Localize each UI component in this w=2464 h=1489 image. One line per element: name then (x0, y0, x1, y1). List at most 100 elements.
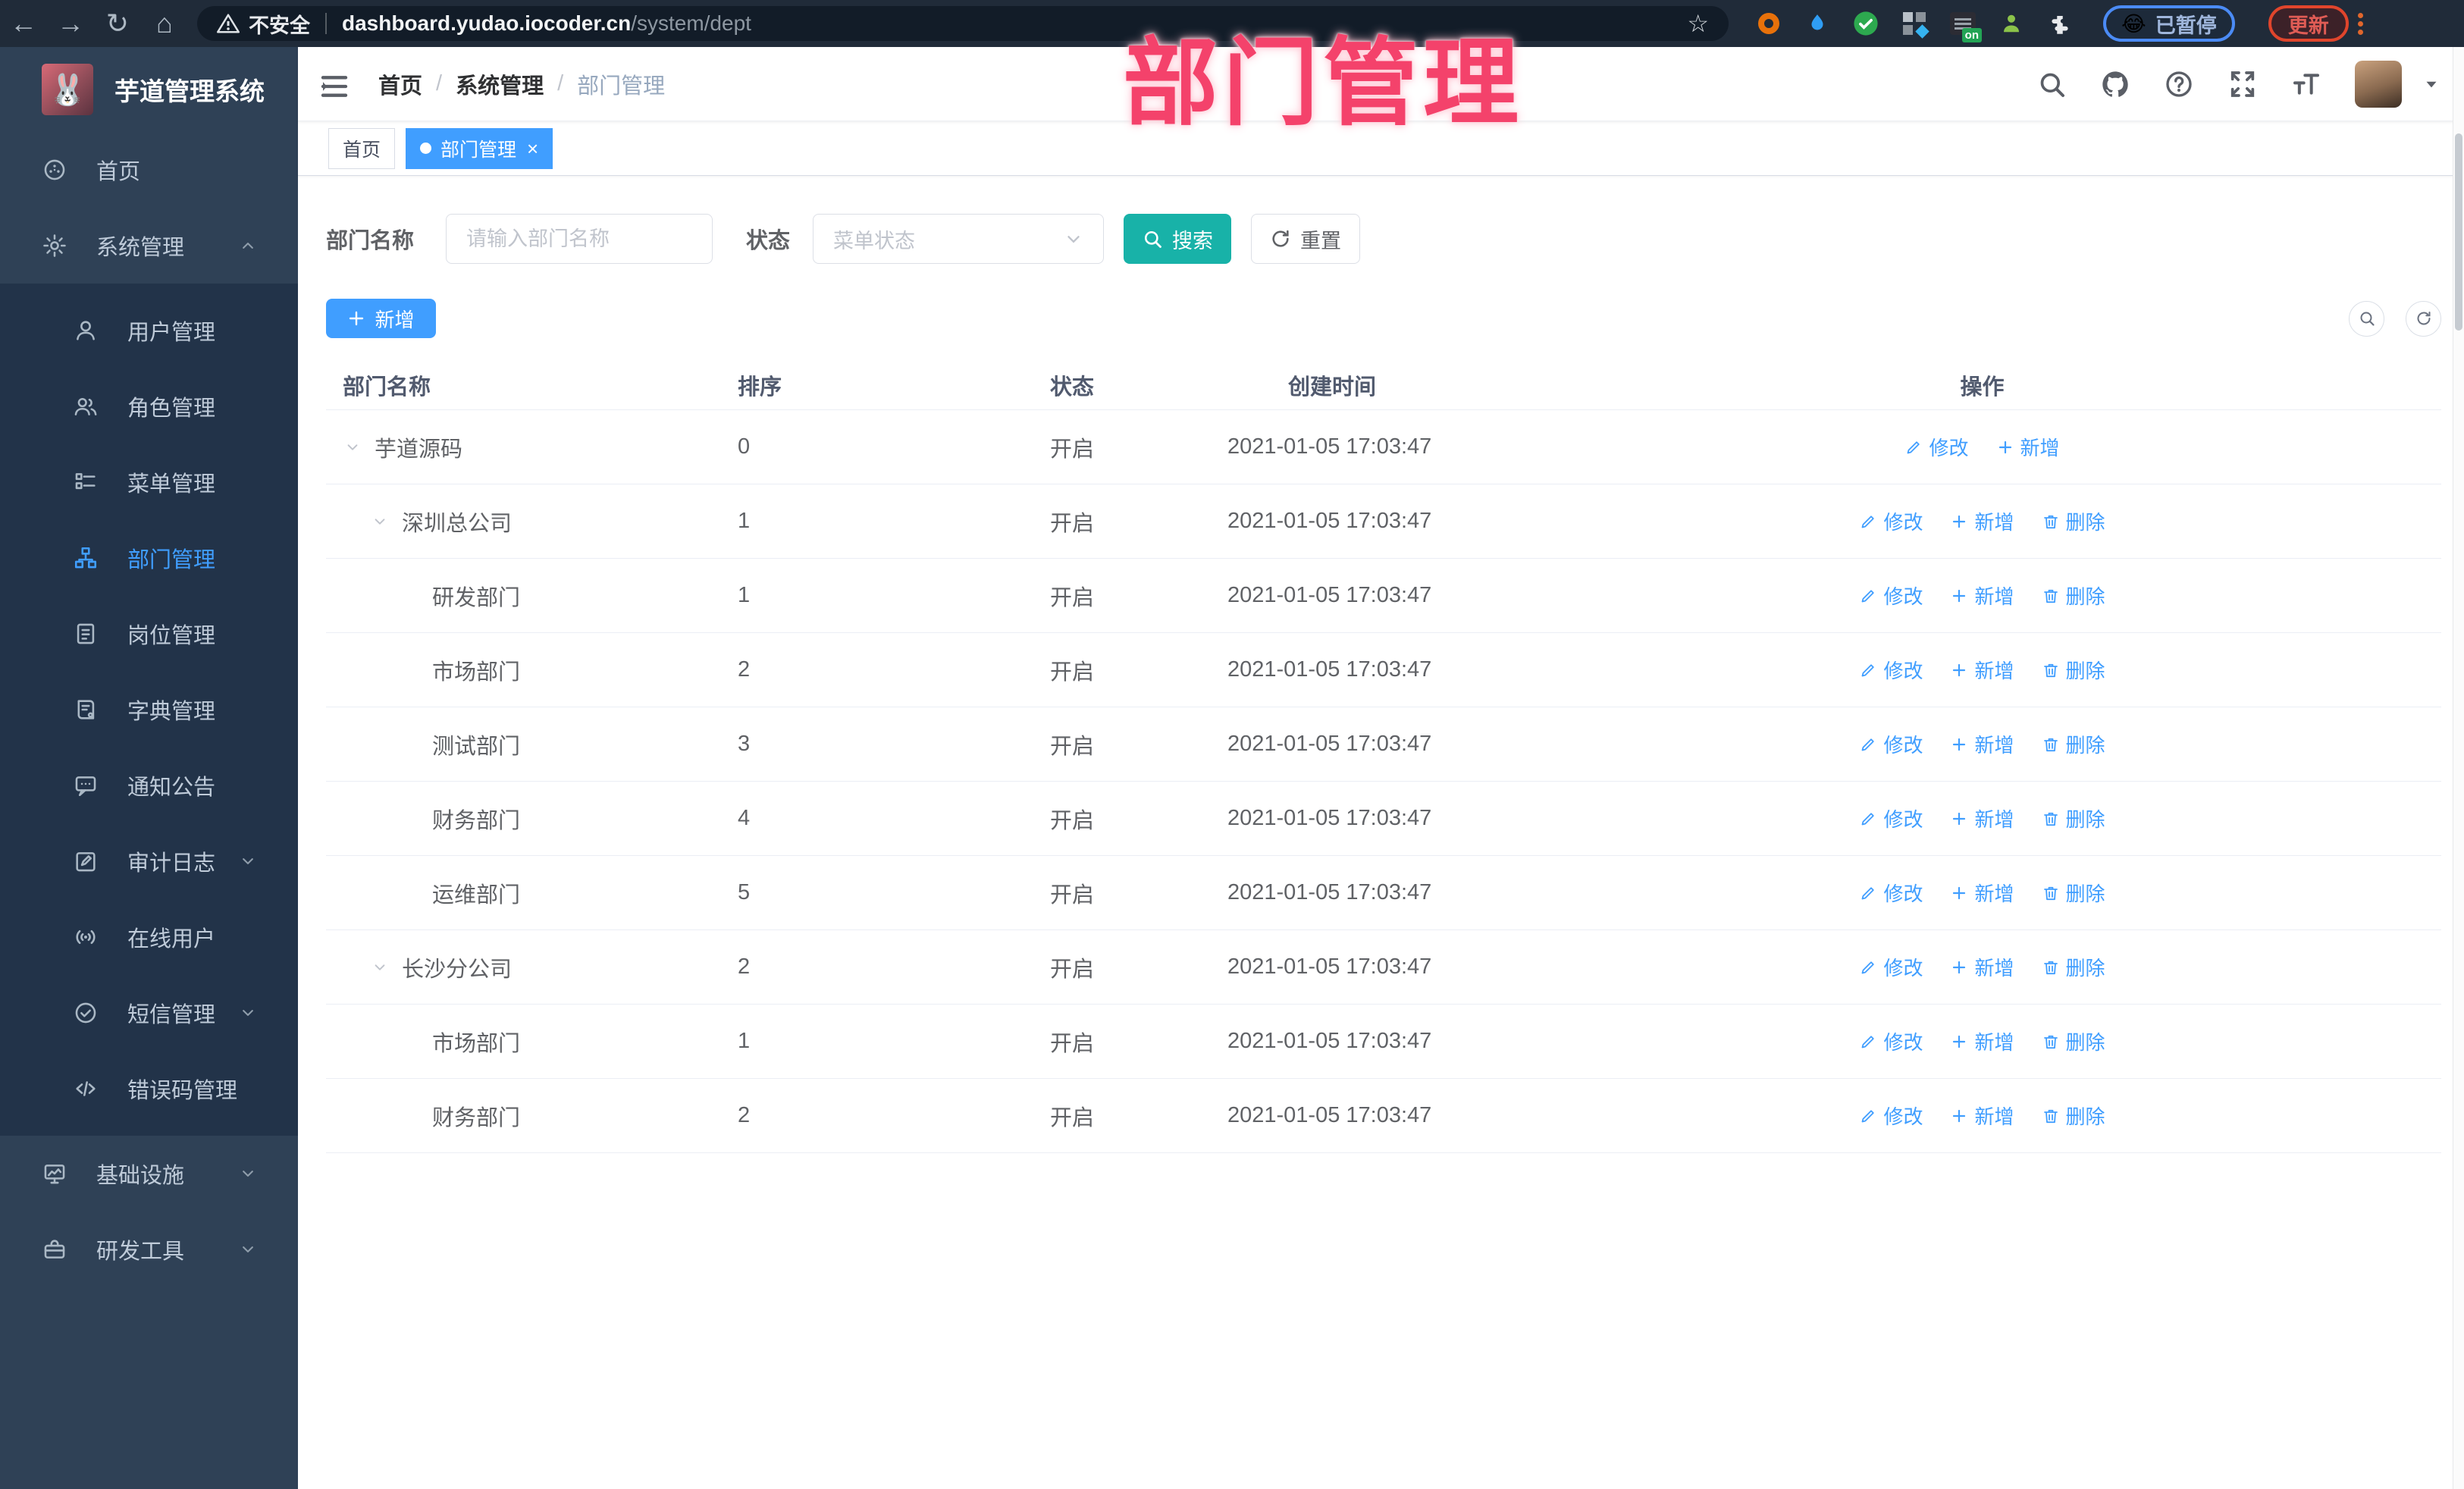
add-button[interactable]: 新增 (326, 299, 436, 338)
delete-link[interactable]: 删除 (2042, 879, 2105, 907)
tab-dept-management[interactable]: 部门管理 × (406, 127, 553, 169)
delete-link[interactable]: 删除 (2042, 1102, 2105, 1130)
add-link[interactable]: 新增 (1950, 656, 2014, 684)
sidebar-toggle-icon[interactable] (319, 71, 350, 97)
delete-link[interactable]: 删除 (2042, 656, 2105, 684)
tab-close-icon[interactable]: × (527, 139, 538, 158)
dept-name-cell: 深圳总公司 (326, 506, 730, 538)
sidebar-logo-row[interactable]: 🐰 芋道管理系统 (0, 47, 298, 132)
sidebar-item-在线用户[interactable]: 在线用户 (0, 899, 298, 975)
edit-link[interactable]: 修改 (1859, 879, 1923, 907)
github-icon[interactable] (2100, 69, 2130, 99)
add-link[interactable]: 新增 (1950, 730, 2014, 758)
chevron-up-icon (237, 235, 259, 256)
bookmark-star-icon[interactable]: ☆ (1687, 9, 1709, 38)
browser-back-button[interactable]: ← (0, 0, 47, 47)
sidebar-item-短信管理[interactable]: 短信管理 (0, 975, 298, 1051)
url-host: dashboard.yudao.iocoder.cn (342, 11, 632, 35)
sidebar-item-首页[interactable]: 首页 (0, 132, 298, 208)
header-search-icon[interactable] (2036, 69, 2067, 99)
add-link[interactable]: 新增 (1950, 507, 2014, 535)
scrollbar-thumb[interactable] (2455, 133, 2462, 331)
sidebar-item-通知公告[interactable]: 通知公告 (0, 748, 298, 823)
status-cell: 开启 (1050, 1105, 1095, 1130)
browser-forward-button[interactable]: → (47, 0, 94, 47)
expand-caret-icon[interactable] (343, 437, 362, 457)
edit-link[interactable]: 修改 (1859, 656, 1923, 684)
address-bar[interactable]: 不安全 dashboard.yudao.iocoder.cn /system/d… (197, 6, 1729, 41)
sidebar-item-岗位管理[interactable]: 岗位管理 (0, 596, 298, 672)
action-label: 新增 (1974, 808, 2014, 831)
table-row: 芋道源码 0 开启 2021-01-05 17:03:47 修改 新增 (326, 410, 2441, 484)
add-link[interactable]: 新增 (1950, 953, 2014, 981)
reset-button[interactable]: 重置 (1251, 214, 1361, 264)
extensions-puzzle-icon[interactable] (2047, 11, 2073, 36)
edit-link[interactable]: 修改 (1859, 804, 1923, 832)
sidebar-item-字典管理[interactable]: 字典管理 (0, 672, 298, 748)
add-link[interactable]: 新增 (1950, 1102, 2014, 1130)
edit-icon (1859, 661, 1877, 679)
edit-link[interactable]: 修改 (1859, 1102, 1923, 1130)
fullscreen-icon[interactable] (2227, 69, 2258, 99)
extension-blue-drop-icon[interactable] (1804, 11, 1830, 36)
extension-grid-icon[interactable] (1901, 11, 1930, 39)
dept-name: 财务部门 (432, 1105, 521, 1130)
edit-link[interactable]: 修改 (1859, 507, 1923, 535)
breadcrumb-current: 部门管理 (577, 74, 666, 99)
edit-icon (1859, 735, 1877, 754)
expand-caret-icon[interactable] (370, 512, 390, 531)
browser-reload-button[interactable]: ↻ (94, 0, 141, 47)
avatar-caret-down-icon[interactable] (2422, 74, 2441, 94)
delete-link[interactable]: 删除 (2042, 507, 2105, 535)
delete-link[interactable]: 删除 (2042, 581, 2105, 610)
user-avatar[interactable] (2355, 60, 2402, 108)
sort-cell: 2 (738, 1103, 751, 1127)
expand-caret-icon[interactable] (370, 958, 390, 977)
sidebar-item-系统管理[interactable]: 系统管理 (0, 208, 298, 284)
edit-link[interactable]: 修改 (1859, 953, 1923, 981)
help-icon[interactable] (2164, 69, 2194, 99)
sidebar-item-角色管理[interactable]: 角色管理 (0, 368, 298, 444)
column-header-actions: 操作 (1960, 375, 2005, 400)
add-link[interactable]: 新增 (1950, 1027, 2014, 1055)
sidebar-item-研发工具[interactable]: 研发工具 (0, 1212, 298, 1287)
search-button[interactable]: 搜索 (1124, 214, 1232, 264)
extension-green-check-icon[interactable] (1853, 11, 1879, 36)
delete-link[interactable]: 删除 (2042, 730, 2105, 758)
font-size-icon[interactable] (2291, 69, 2321, 99)
breadcrumb-home[interactable]: 首页 (378, 68, 422, 100)
sidebar-item-菜单管理[interactable]: 菜单管理 (0, 444, 298, 520)
sidebar-item-部门管理[interactable]: 部门管理 (0, 520, 298, 596)
tab-label: 部门管理 (440, 139, 517, 161)
edit-link[interactable]: 修改 (1904, 433, 1969, 461)
status-select[interactable]: 菜单状态 (813, 214, 1105, 264)
security-label[interactable]: 不安全 (249, 9, 310, 39)
extension-list-icon[interactable]: on (1950, 11, 1982, 42)
edit-icon (1859, 958, 1877, 976)
sidebar-item-审计日志[interactable]: 审计日志 (0, 823, 298, 899)
sidebar-item-用户管理[interactable]: 用户管理 (0, 293, 298, 368)
browser-menu-kebab-icon[interactable] (2357, 10, 2363, 38)
tab-home[interactable]: 首页 (328, 127, 396, 169)
edit-link[interactable]: 修改 (1859, 1027, 1923, 1055)
browser-update-button[interactable]: 更新 (2268, 5, 2349, 42)
delete-link[interactable]: 删除 (2042, 953, 2105, 981)
add-link[interactable]: 新增 (1950, 879, 2014, 907)
browser-home-button[interactable]: ⌂ (141, 0, 188, 47)
breadcrumb-system[interactable]: 系统管理 (456, 68, 544, 100)
refresh-table-button[interactable] (2406, 300, 2441, 337)
edit-link[interactable]: 修改 (1859, 730, 1923, 758)
delete-link[interactable]: 删除 (2042, 1027, 2105, 1055)
extension-orange-ring-icon[interactable] (1756, 11, 1782, 36)
add-link[interactable]: 新增 (1996, 433, 2060, 461)
edit-link[interactable]: 修改 (1859, 581, 1923, 610)
sidebar-item-基础设施[interactable]: 基础设施 (0, 1136, 298, 1212)
extension-green-person-icon[interactable] (1998, 11, 2024, 36)
profile-paused-pill[interactable]: 😂 已暂停 (2103, 5, 2235, 42)
sidebar-item-错误码管理[interactable]: 错误码管理 (0, 1051, 298, 1127)
dept-name-input[interactable] (446, 214, 713, 264)
toggle-search-button[interactable] (2349, 300, 2384, 337)
delete-link[interactable]: 删除 (2042, 804, 2105, 832)
add-link[interactable]: 新增 (1950, 804, 2014, 832)
add-link[interactable]: 新增 (1950, 581, 2014, 610)
